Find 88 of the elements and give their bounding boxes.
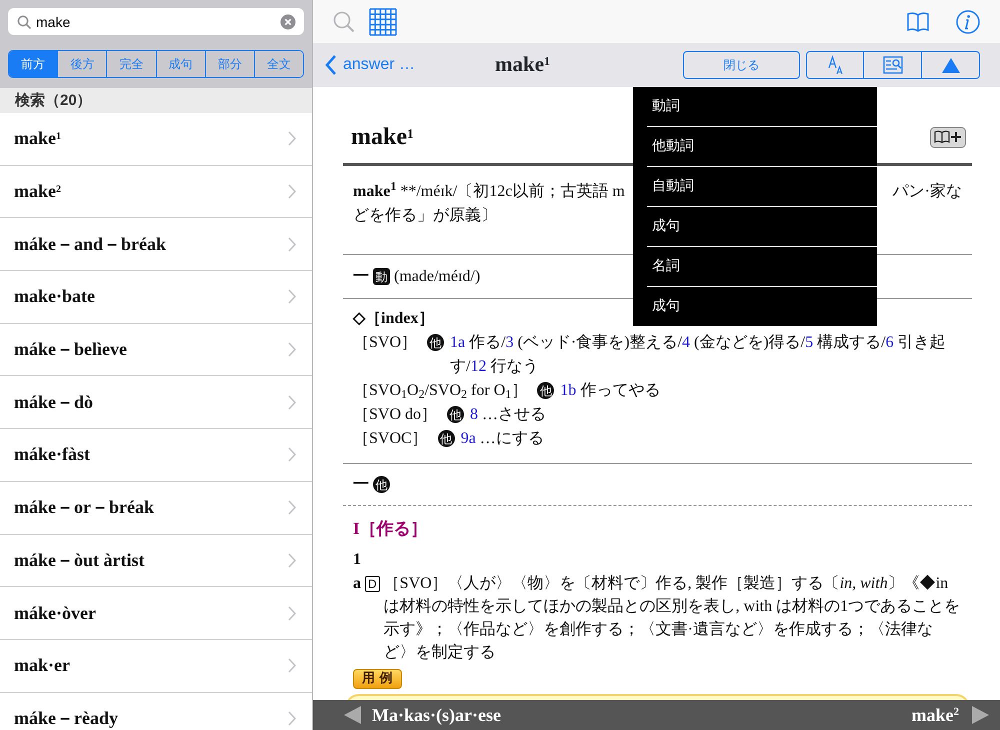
part-of-speech-badge: 動 <box>373 268 390 285</box>
part-of-speech-badge: 他 <box>427 334 444 351</box>
chevron-icon <box>288 606 297 621</box>
chevron-icon <box>288 236 297 252</box>
result-item[interactable]: make$^{1}$ <box>0 113 312 166</box>
inflection-text: (made/méɪd/) <box>394 266 480 286</box>
grid-icon[interactable] <box>369 8 397 36</box>
menu-item[interactable]: 名詞 <box>633 247 877 286</box>
chevron-icon <box>288 394 297 410</box>
section-dash: 一 <box>353 474 369 494</box>
reference-link[interactable]: 8 <box>470 406 478 423</box>
chevron-icon <box>288 500 297 516</box>
previous-entry-link[interactable]: Ma·kas·(s)ar·ese <box>372 702 501 728</box>
result-item[interactable]: make·bate <box>0 271 312 324</box>
add-to-wordbook-icon[interactable] <box>930 126 966 148</box>
search-field[interactable]: make <box>8 8 304 35</box>
sense-letter: a <box>353 574 361 594</box>
previous-icon[interactable] <box>343 705 362 725</box>
part-of-speech-badge: 他 <box>438 430 455 447</box>
book-icon[interactable] <box>906 10 930 32</box>
part-of-speech-badge: 他 <box>447 406 464 423</box>
grammar-code: D <box>365 576 380 592</box>
index-title: ◇［index］ <box>353 309 436 329</box>
index-text: 9a …にする <box>460 429 544 449</box>
headword: make$^{1}$ <box>351 123 414 152</box>
result-item[interactable]: máke－and－bréak <box>0 218 312 272</box>
result-item[interactable]: mak·er <box>0 640 312 693</box>
chevron-icon <box>288 552 297 568</box>
reference-link[interactable]: 5 <box>805 334 814 351</box>
result-item[interactable]: máke·fàst <box>0 429 312 482</box>
next-icon[interactable] <box>971 705 990 725</box>
reference-link[interactable]: 12 <box>470 358 486 375</box>
info-icon[interactable] <box>956 10 980 34</box>
result-item[interactable]: make$^{2}$ <box>0 166 312 218</box>
chevron-icon <box>288 710 297 726</box>
sentence-pattern: ［SVO do］ <box>353 405 438 425</box>
triangle-icon <box>940 56 960 74</box>
font-size-icon <box>828 55 842 75</box>
reference-link[interactable]: 9a <box>460 430 476 447</box>
sentence-pattern: ［SVOC］ <box>353 429 428 449</box>
back-chevron-icon <box>325 55 337 75</box>
etymology-text: パン·家な <box>892 182 962 202</box>
reference-link[interactable]: 4 <box>682 334 690 351</box>
reference-link[interactable]: 1b <box>560 382 576 399</box>
search-document-button[interactable] <box>864 51 922 79</box>
index-text: 8 …させる <box>470 405 546 425</box>
search-mode-tab[interactable]: 前方 <box>9 51 58 77</box>
jump-menu-button[interactable] <box>922 51 980 79</box>
part-of-speech-badge: 他 <box>537 382 554 399</box>
part-of-speech-badge: 他 <box>373 476 390 493</box>
chevron-icon <box>288 184 297 200</box>
nav-title: make$^{1}$ <box>495 51 550 78</box>
result-item[interactable]: máke－belìeve <box>0 324 312 376</box>
reference-link[interactable]: 1a <box>450 334 466 351</box>
font-size-button[interactable] <box>806 51 864 79</box>
menu-item[interactable]: 成句 <box>633 207 877 246</box>
result-item[interactable]: máke－rèady <box>0 692 312 730</box>
menu-item[interactable]: 自動詞 <box>633 167 877 206</box>
result-item[interactable]: máke－or－bréak <box>0 482 312 534</box>
result-item[interactable]: máke－òut àrtist <box>0 534 312 588</box>
etymology-text: make$^{1}$ **/méɪk/〔初12c以前；古英語 m <box>353 180 625 202</box>
result-item[interactable]: máke·òver <box>0 587 312 640</box>
reference-link[interactable]: 3 <box>506 334 514 351</box>
chevron-icon <box>288 131 297 146</box>
sense-number: 1 <box>352 550 362 570</box>
chevron-icon <box>288 658 297 674</box>
menu-item[interactable]: 他動詞 <box>633 127 877 166</box>
menu-item[interactable]: 動詞 <box>633 87 877 126</box>
clear-icon[interactable] <box>280 14 296 30</box>
chevron-icon <box>288 447 297 462</box>
definition-text: ［SVO］〈人が〉〈物〉を〔材料で〕作る, 製作［製造］する〔in, with〕《◆in は材料の特性を示してほかの製品との区別を表し, with は材料の1つであることを示す》；〈作品など〉を創作する；〈文書·遺言など〉を作成する；〈法律など〉を制定する <box>384 574 962 662</box>
etymology-text: どを作る」が原義〕 <box>353 207 497 224</box>
search-icon[interactable] <box>333 10 355 32</box>
results-header: 検索（20） <box>0 88 312 113</box>
sense-group-heading: I［作る］ <box>352 518 429 540</box>
sentence-pattern: ［SVO$_{1}$O$_{2}$/SVO$_{2}$ for O$_{1}$］ <box>353 381 528 403</box>
document-search-icon <box>882 56 902 74</box>
search-icon <box>17 14 31 28</box>
result-item[interactable]: máke－dò <box>0 376 312 430</box>
chevron-icon <box>288 342 297 358</box>
sentence-pattern: ［SVO］ <box>353 333 418 353</box>
menu-item[interactable]: 成句 <box>633 287 877 326</box>
reference-link[interactable]: 6 <box>886 334 894 351</box>
next-entry-link[interactable]: make$^{2}$ <box>912 702 959 728</box>
section-dash: 一 <box>353 266 369 286</box>
index-text: 1b 作ってやる <box>560 381 660 401</box>
chevron-icon <box>288 289 297 304</box>
examples-label[interactable]: 用 例 <box>353 668 402 688</box>
